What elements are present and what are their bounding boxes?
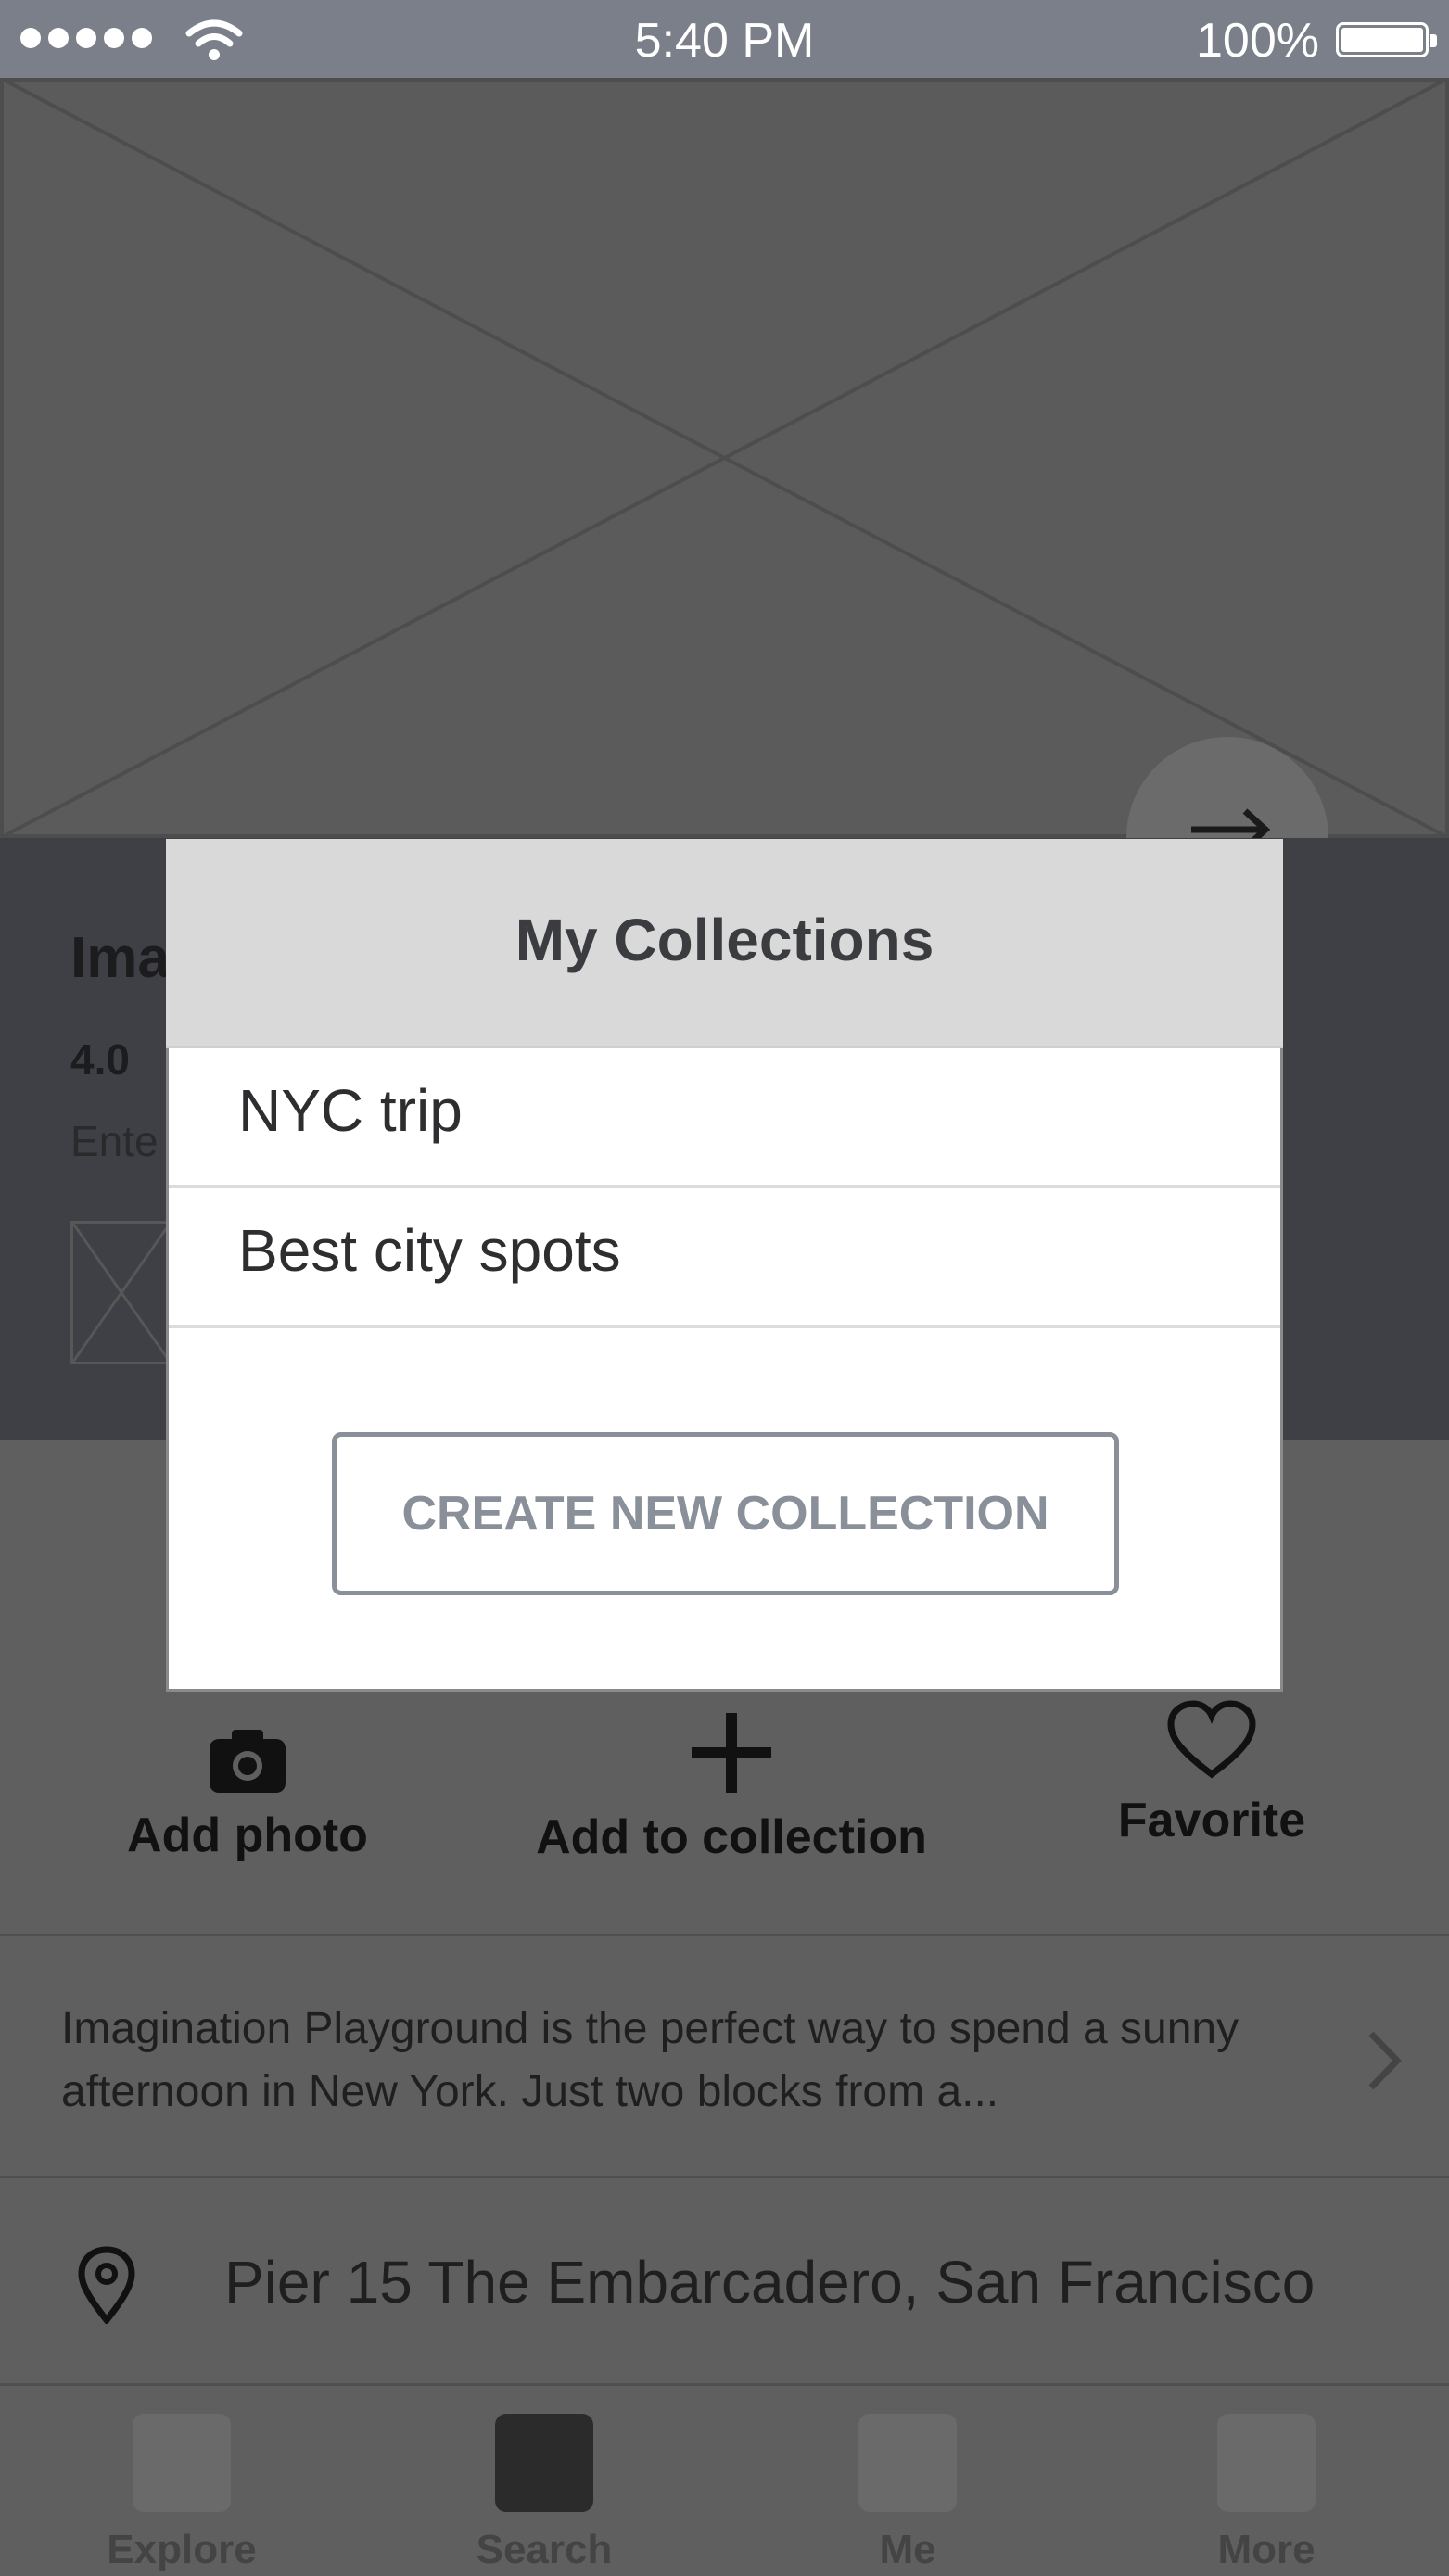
me-tab-icon — [858, 2414, 957, 2512]
place-category: Ente — [70, 1117, 159, 1165]
divider — [0, 2176, 1449, 2178]
collections-modal: My Collections NYC trip Best city spots … — [166, 839, 1283, 1692]
battery-percent: 100% — [1196, 14, 1319, 68]
hero-image-placeholder — [0, 76, 1449, 840]
tab-label: Search — [476, 2527, 613, 2572]
address-row[interactable]: Pier 15 The Embarcadero, San Francisco — [0, 2181, 1449, 2383]
description-text: Imagination Playground is the perfect wa… — [61, 2004, 1239, 2116]
favorite-label: Favorite — [1117, 1794, 1306, 1847]
heart-icon — [1167, 1700, 1256, 1779]
create-new-collection-button[interactable]: CREATE NEW COLLECTION — [332, 1432, 1119, 1595]
tab-bar: Explore Search Me More — [0, 2383, 1449, 2576]
collection-item-nyc-trip[interactable]: NYC trip — [169, 1048, 1280, 1188]
add-photo-label: Add photo — [127, 1808, 368, 1862]
collection-label: Best city spots — [238, 1217, 621, 1284]
thumbnail-placeholder[interactable] — [70, 1221, 172, 1364]
tab-search[interactable]: Search — [442, 2414, 646, 2573]
chevron-right-icon — [1368, 2031, 1402, 2090]
collection-item-best-city-spots[interactable]: Best city spots — [169, 1188, 1280, 1328]
address-text: Pier 15 The Embarcadero, San Francisco — [224, 2249, 1316, 2316]
tab-label: Explore — [107, 2527, 257, 2572]
more-tab-icon — [1217, 2414, 1316, 2512]
add-photo-button[interactable]: Add photo — [44, 1728, 451, 1863]
place-title: Ima — [70, 926, 170, 990]
favorite-button[interactable]: Favorite — [1008, 1700, 1416, 1848]
add-to-collection-button[interactable]: Add to collection — [527, 1713, 935, 1865]
map-pin-icon — [78, 2246, 135, 2324]
place-rating: 4.0 — [70, 1035, 130, 1084]
modal-title: My Collections — [515, 907, 934, 973]
divider — [0, 1934, 1449, 1936]
plus-icon — [692, 1713, 771, 1793]
camera-icon — [210, 1730, 286, 1793]
tab-label: Me — [879, 2527, 936, 2572]
search-tab-icon — [495, 2414, 593, 2512]
tab-more[interactable]: More — [1164, 2414, 1368, 2573]
status-bar: 5:40 PM 100% — [0, 0, 1449, 78]
explore-tab-icon — [133, 2414, 231, 2512]
tab-label: More — [1217, 2527, 1316, 2572]
collection-label: NYC trip — [238, 1077, 463, 1144]
battery-icon — [1336, 22, 1437, 57]
tab-explore[interactable]: Explore — [80, 2414, 284, 2573]
modal-header: My Collections — [166, 839, 1283, 1048]
add-to-collection-label: Add to collection — [536, 1810, 927, 1864]
tab-me[interactable]: Me — [806, 2414, 1010, 2573]
description-row[interactable]: Imagination Playground is the perfect wa… — [0, 1937, 1449, 2178]
